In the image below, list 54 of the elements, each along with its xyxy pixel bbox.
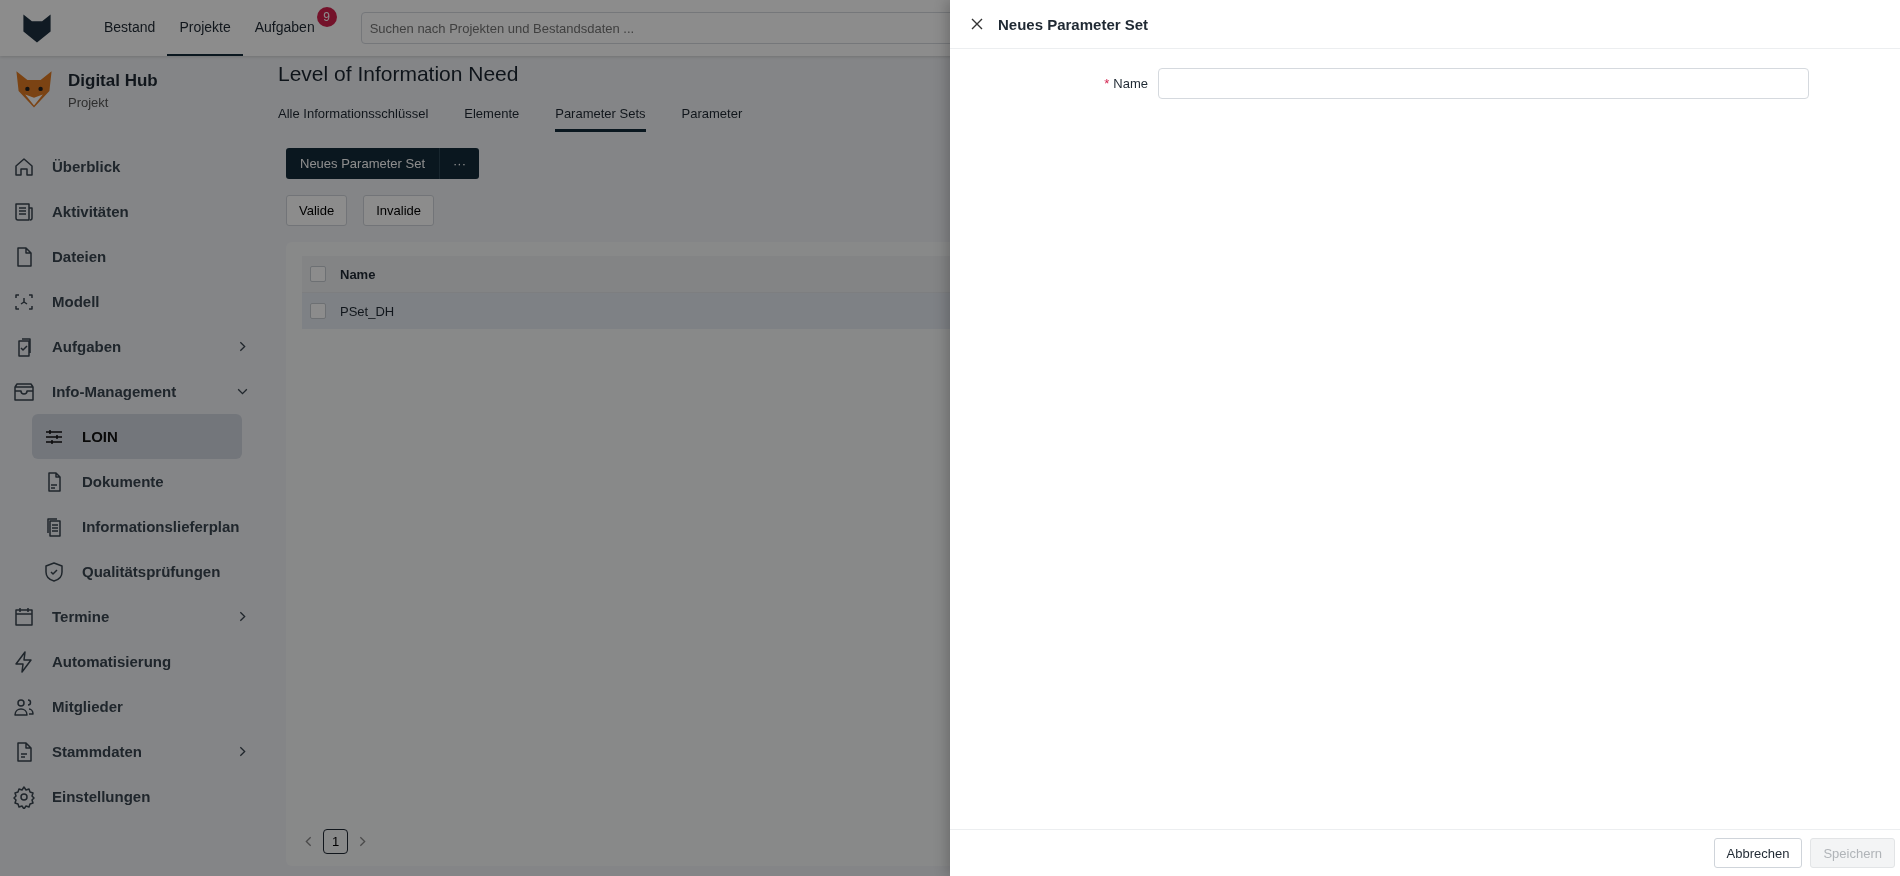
filter-button[interactable]: Invalide <box>363 195 434 226</box>
column-header: Name <box>340 266 376 282</box>
settings-icon <box>12 784 36 809</box>
sidebar-item[interactable]: Mitglieder <box>12 684 257 729</box>
sidebar-label: Aktivitäten <box>52 203 130 220</box>
field-label: Name <box>1113 76 1148 91</box>
sidebar-label: Info-Management <box>52 383 178 400</box>
page-button[interactable]: 1 <box>323 829 348 854</box>
sidebar-subitem[interactable]: Informationslieferplan <box>32 504 242 549</box>
sidebar-item[interactable]: Aktivitäten <box>12 189 257 234</box>
sidebar-item[interactable]: Überblick <box>12 144 257 189</box>
sidebar-item[interactable]: Einstellungen <box>12 774 257 819</box>
sidebar-item[interactable]: Info-Management <box>12 369 257 414</box>
sidebar-label: Aufgaben <box>52 338 123 355</box>
sidebar-item[interactable]: Automatisierung <box>12 639 257 684</box>
nav-link[interactable]: Bestand <box>92 0 168 56</box>
nav-link[interactable]: Projekte <box>167 0 243 56</box>
sidebar-item[interactable]: Modell <box>12 279 257 324</box>
sidebar-subitem[interactable]: Qualitätsprüfungen <box>32 549 242 594</box>
shield-check-icon <box>42 559 66 584</box>
sidebar-label: Stammdaten <box>52 743 144 760</box>
sidebar-item[interactable]: Stammdaten <box>12 729 257 774</box>
sidebar-item[interactable]: Aufgaben <box>12 324 257 369</box>
tab[interactable]: Elemente <box>464 106 520 132</box>
required-mark: * <box>1104 76 1110 91</box>
sidebar-subitem[interactable]: Dokumente <box>32 459 242 504</box>
project-type: Projekt <box>68 94 110 110</box>
footer-button[interactable]: Abbrechen <box>1713 838 1803 868</box>
sidebar-label: Mitglieder <box>52 698 124 715</box>
sidebar-label: Überblick <box>52 158 122 175</box>
fox-logo-icon[interactable] <box>20 11 54 45</box>
checkbox[interactable] <box>310 266 326 282</box>
sidebar-subitem[interactable]: LOIN <box>32 414 242 459</box>
tab[interactable]: Parameter Sets <box>555 106 646 132</box>
project-name: Digital Hub <box>68 70 158 91</box>
sidebar-label: Automatisierung <box>52 653 173 670</box>
table-cell: PSet_DH <box>340 303 395 319</box>
drawer-title: Neues Parameter Set <box>998 15 1149 33</box>
checkbox[interactable] <box>310 303 326 319</box>
name-input-field[interactable] <box>1158 68 1809 99</box>
close-icon[interactable] <box>970 17 984 31</box>
sidebar-label: Einstellungen <box>52 788 152 805</box>
tab[interactable]: Parameter <box>681 106 743 132</box>
sidebar-item[interactable]: Termine <box>12 594 257 639</box>
tab[interactable]: Alle Informationsschlüssel <box>278 106 429 132</box>
sidebar-label: Termine <box>52 608 111 625</box>
sidebar-label: Dateien <box>52 248 108 265</box>
page-title: Level of Information Need <box>278 62 519 86</box>
more-button[interactable]: ··· <box>439 148 479 179</box>
sidebar-label: Modell <box>52 293 101 310</box>
filter-button[interactable]: Valide <box>286 195 348 226</box>
sidebar-item[interactable]: Dateien <box>12 234 257 279</box>
notification-badge: 9 <box>316 7 337 27</box>
new-parameter-set-button[interactable]: Neues Parameter Set <box>286 148 439 179</box>
